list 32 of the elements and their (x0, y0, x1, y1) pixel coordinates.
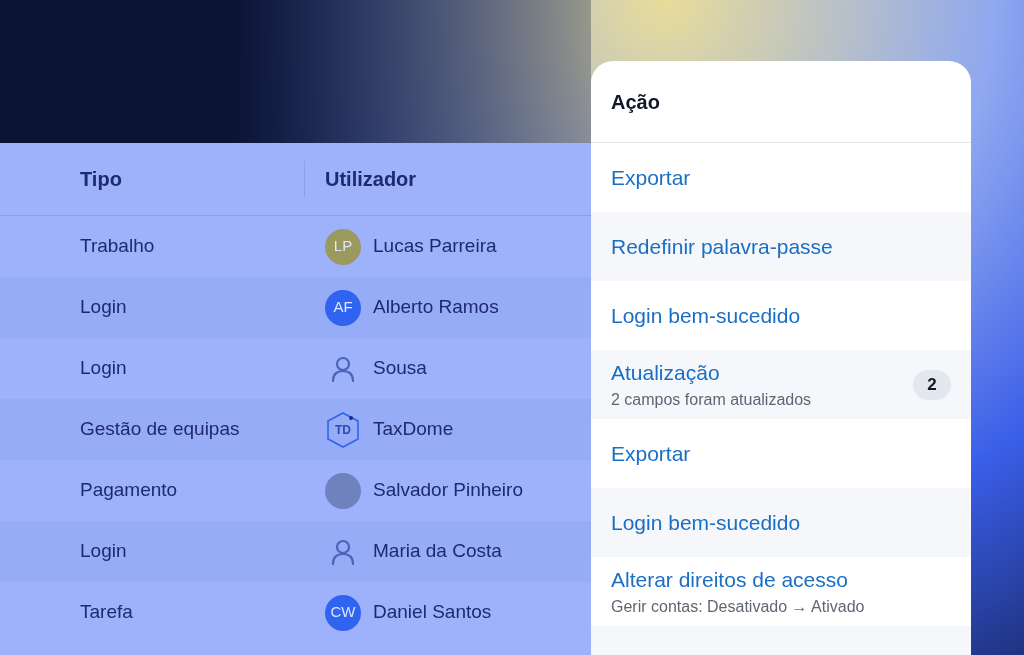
table-cell: Tarefa (80, 601, 133, 623)
avatar-initials: CW (325, 594, 361, 631)
table-cell: Trabalho (80, 235, 155, 257)
table-cell-text: Lucas Parreira (373, 234, 497, 259)
person-icon (331, 355, 355, 382)
count-badge: 2 (913, 369, 951, 400)
table-cell: Gestão de equipas (80, 418, 240, 440)
action-link[interactable]: Atualização (611, 356, 812, 389)
hexagon-logo: TD (325, 410, 361, 449)
table-cell-text: Maria da Costa (373, 539, 502, 564)
action-link[interactable]: Alterar direitos de acesso (611, 563, 865, 596)
action-detail: Gerir contas: Desativado → Ativado (611, 597, 865, 618)
action-link[interactable]: Exportar (611, 437, 691, 470)
table-cell: Login (80, 296, 127, 318)
table-cell-text: Sousa (373, 356, 427, 381)
action-link[interactable]: Exportar (611, 161, 691, 194)
table-cell: Login (80, 357, 127, 379)
table-cell: Login (80, 540, 127, 562)
column-header: Tipo (80, 167, 122, 192)
panel-title: Ação (611, 89, 660, 115)
action-detail: 2 campos foram atualizados (611, 390, 812, 411)
table-cell-text: Daniel Santos (373, 600, 492, 625)
person-icon (331, 538, 355, 565)
avatar-photo (325, 472, 361, 509)
table-cell-text: Alberto Ramos (373, 295, 499, 320)
avatar-initials: AF (325, 289, 361, 326)
table-cell-text: Salvador Pinheiro (373, 478, 523, 503)
avatar-initials: LP (325, 228, 361, 265)
column-header: Utilizador (324, 167, 417, 192)
table-cell: Pagamento (80, 479, 178, 501)
action-link[interactable]: Login bem-sucedido (611, 299, 801, 332)
table-cell-text: TaxDome (373, 417, 454, 442)
